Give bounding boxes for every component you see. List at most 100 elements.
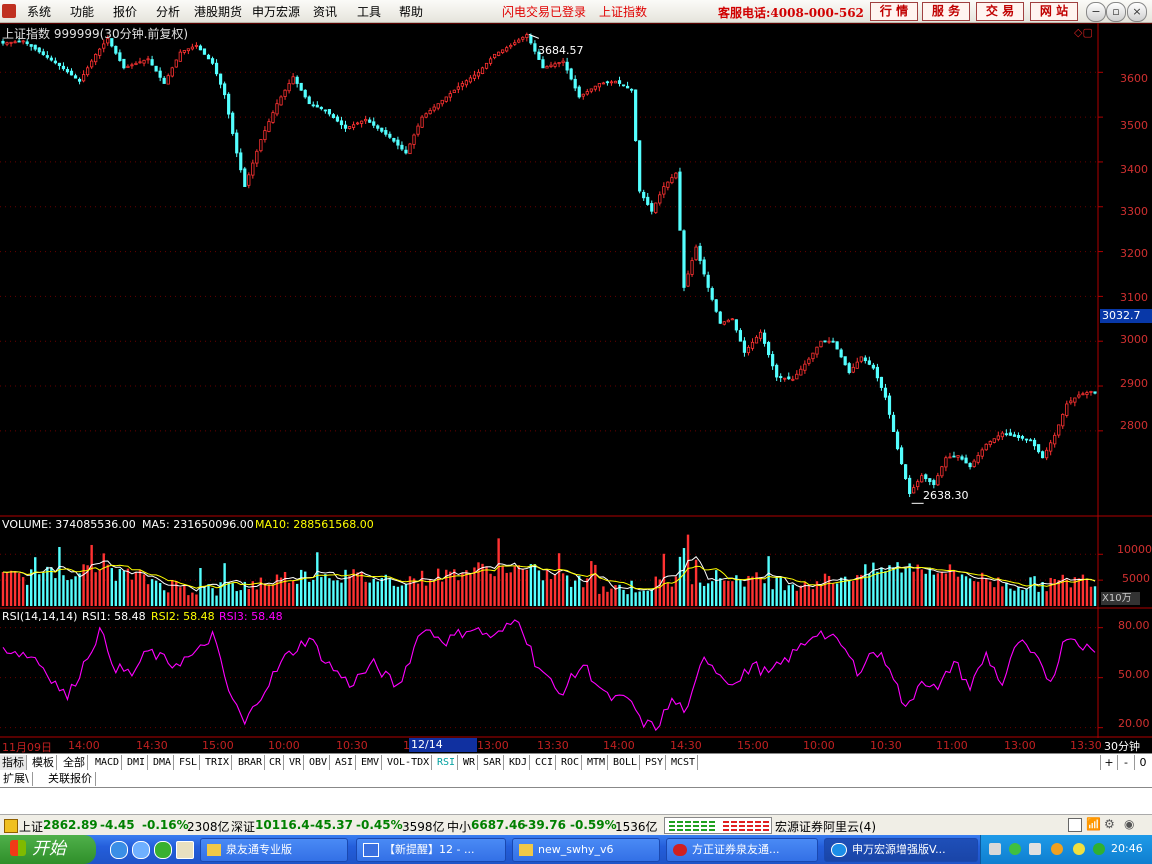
- volume-bar: [968, 578, 972, 606]
- menu-analysis[interactable]: 分析: [156, 3, 180, 20]
- tab-asi[interactable]: ASI: [333, 755, 357, 770]
- candle: [41, 48, 45, 56]
- volume-bar: [98, 569, 101, 606]
- quote-button[interactable]: 行 情: [870, 2, 918, 21]
- price-tick: 3400: [1120, 163, 1148, 176]
- candle: [178, 49, 182, 62]
- tray-network-icon[interactable]: [989, 843, 1001, 855]
- meter-cell: [731, 829, 737, 831]
- broker-server[interactable]: 宏源证券阿里云(4): [775, 818, 876, 835]
- minimize-icon[interactable]: −: [1086, 2, 1106, 22]
- zoom-reset-button[interactable]: 0: [1134, 755, 1151, 770]
- browser-icon[interactable]: [132, 841, 150, 859]
- tray-im-icon[interactable]: [1073, 843, 1085, 855]
- tab-trix[interactable]: TRIX: [203, 755, 233, 770]
- ie-icon[interactable]: [110, 841, 128, 859]
- tab-mtm[interactable]: MTM: [585, 755, 609, 770]
- tab-obv[interactable]: OBV: [307, 755, 331, 770]
- tab-dma[interactable]: DMA: [151, 755, 175, 770]
- chart-canvas[interactable]: [0, 23, 1152, 738]
- desktop-icon[interactable]: [176, 841, 194, 859]
- candle: [1081, 391, 1085, 396]
- tab-roc[interactable]: ROC: [559, 755, 583, 770]
- tab-mcst[interactable]: MCST: [669, 755, 699, 770]
- candle: [1093, 391, 1097, 395]
- zoom-in-button[interactable]: +: [1100, 755, 1117, 770]
- tab-all[interactable]: 全部: [61, 755, 88, 770]
- volume-bar: [678, 556, 682, 606]
- tab-boll[interactable]: BOLL: [611, 755, 641, 770]
- volume-bar: [13, 571, 17, 606]
- settings-icon[interactable]: ⚙: [1104, 817, 1115, 831]
- tab-kdj[interactable]: KDJ: [507, 755, 531, 770]
- candle: [1024, 438, 1029, 443]
- menu-news[interactable]: 资讯: [313, 3, 337, 20]
- candle: [170, 66, 174, 78]
- candle: [1077, 391, 1081, 399]
- menu-help[interactable]: 帮助: [399, 3, 423, 20]
- tab-psy[interactable]: PSY: [643, 755, 667, 770]
- tray-media-icon[interactable]: [1093, 843, 1105, 855]
- price-tick: 2800: [1120, 419, 1148, 432]
- menu-function[interactable]: 功能: [70, 3, 94, 20]
- chart-expand-icon[interactable]: ◇▢: [1074, 26, 1093, 39]
- close-icon[interactable]: ×: [1127, 2, 1147, 22]
- chat-icon[interactable]: ◉: [1124, 817, 1134, 831]
- tray-security-icon[interactable]: [1051, 843, 1063, 855]
- task-new-swhy-v6[interactable]: new_swhy_v6: [512, 838, 660, 862]
- volume-bar: [328, 578, 331, 606]
- tab-cci[interactable]: CCI: [533, 755, 557, 770]
- chart-area[interactable]: 上证指数 999999(30分钟.前复权) ◇▢ 3684.57 2638.30…: [0, 23, 1152, 738]
- service-button[interactable]: 服 务: [922, 2, 970, 21]
- candle: [807, 357, 811, 366]
- tab-fsl[interactable]: FSL: [177, 755, 201, 770]
- candle: [557, 62, 561, 68]
- tab-brar[interactable]: BRAR: [236, 755, 266, 770]
- layout-icon[interactable]: [1068, 818, 1082, 832]
- volume-bar: [195, 594, 198, 606]
- restore-icon[interactable]: ▫: [1106, 2, 1126, 22]
- menu-system[interactable]: 系统: [27, 3, 51, 20]
- candle: [468, 75, 473, 84]
- task-new-alert[interactable]: 【新提醒】12 - ...: [356, 838, 506, 862]
- tray-app-icon[interactable]: [1009, 843, 1021, 855]
- menu-shenwan[interactable]: 申万宏源: [252, 3, 300, 20]
- tab-vol-tdx[interactable]: VOL-TDX: [385, 755, 433, 770]
- menu-quote[interactable]: 报价: [113, 3, 137, 20]
- menu-tools[interactable]: 工具: [357, 3, 381, 20]
- tab-macd[interactable]: MACD: [93, 755, 123, 770]
- trade-button[interactable]: 交 易: [976, 2, 1024, 21]
- chrome-icon[interactable]: [154, 841, 172, 859]
- tab-wr[interactable]: WR: [461, 755, 479, 770]
- tab-emv[interactable]: EMV: [359, 755, 383, 770]
- sme-index-pct: -0.59%: [570, 818, 617, 832]
- task-quanyoutong-pro[interactable]: 泉友通专业版: [200, 838, 348, 862]
- tab-vr[interactable]: VR: [287, 755, 305, 770]
- candle: [948, 452, 952, 459]
- tab-sar[interactable]: SAR: [481, 755, 505, 770]
- ticker-menu-icon[interactable]: [4, 819, 18, 833]
- ma10-legend: MA10: 288561568.00: [255, 518, 374, 531]
- task-founder-securities[interactable]: 方正证券泉友通...: [666, 838, 818, 862]
- start-button[interactable]: 开始: [0, 835, 96, 864]
- volume-bar: [835, 583, 839, 606]
- task-shenwan-enhanced[interactable]: 申万宏源增强版V...: [824, 838, 978, 862]
- system-tray: 20:46: [980, 835, 1152, 864]
- period-selector[interactable]: 30分钟: [1104, 738, 1140, 754]
- website-button[interactable]: 网 站: [1030, 2, 1078, 21]
- tab-rsi[interactable]: RSI: [435, 755, 459, 770]
- volume-bar: [1089, 586, 1093, 606]
- volume-bar: [9, 570, 13, 606]
- tray-volume-icon[interactable]: [1029, 843, 1041, 855]
- tab-dmi[interactable]: DMI: [125, 755, 149, 770]
- tab-cr[interactable]: CR: [267, 755, 285, 770]
- broadcast-icon[interactable]: 📶: [1086, 817, 1101, 831]
- tab-template[interactable]: 模板: [30, 755, 57, 770]
- candle: [843, 356, 847, 366]
- candle: [871, 362, 875, 370]
- menu-hk-futures[interactable]: 港股期货: [194, 3, 242, 20]
- tab-extend[interactable]: 扩展\: [0, 772, 33, 786]
- zoom-out-button[interactable]: -: [1117, 755, 1134, 770]
- tab-related-quotes[interactable]: 关联报价: [45, 772, 96, 786]
- tab-indicator[interactable]: 指标: [0, 755, 27, 770]
